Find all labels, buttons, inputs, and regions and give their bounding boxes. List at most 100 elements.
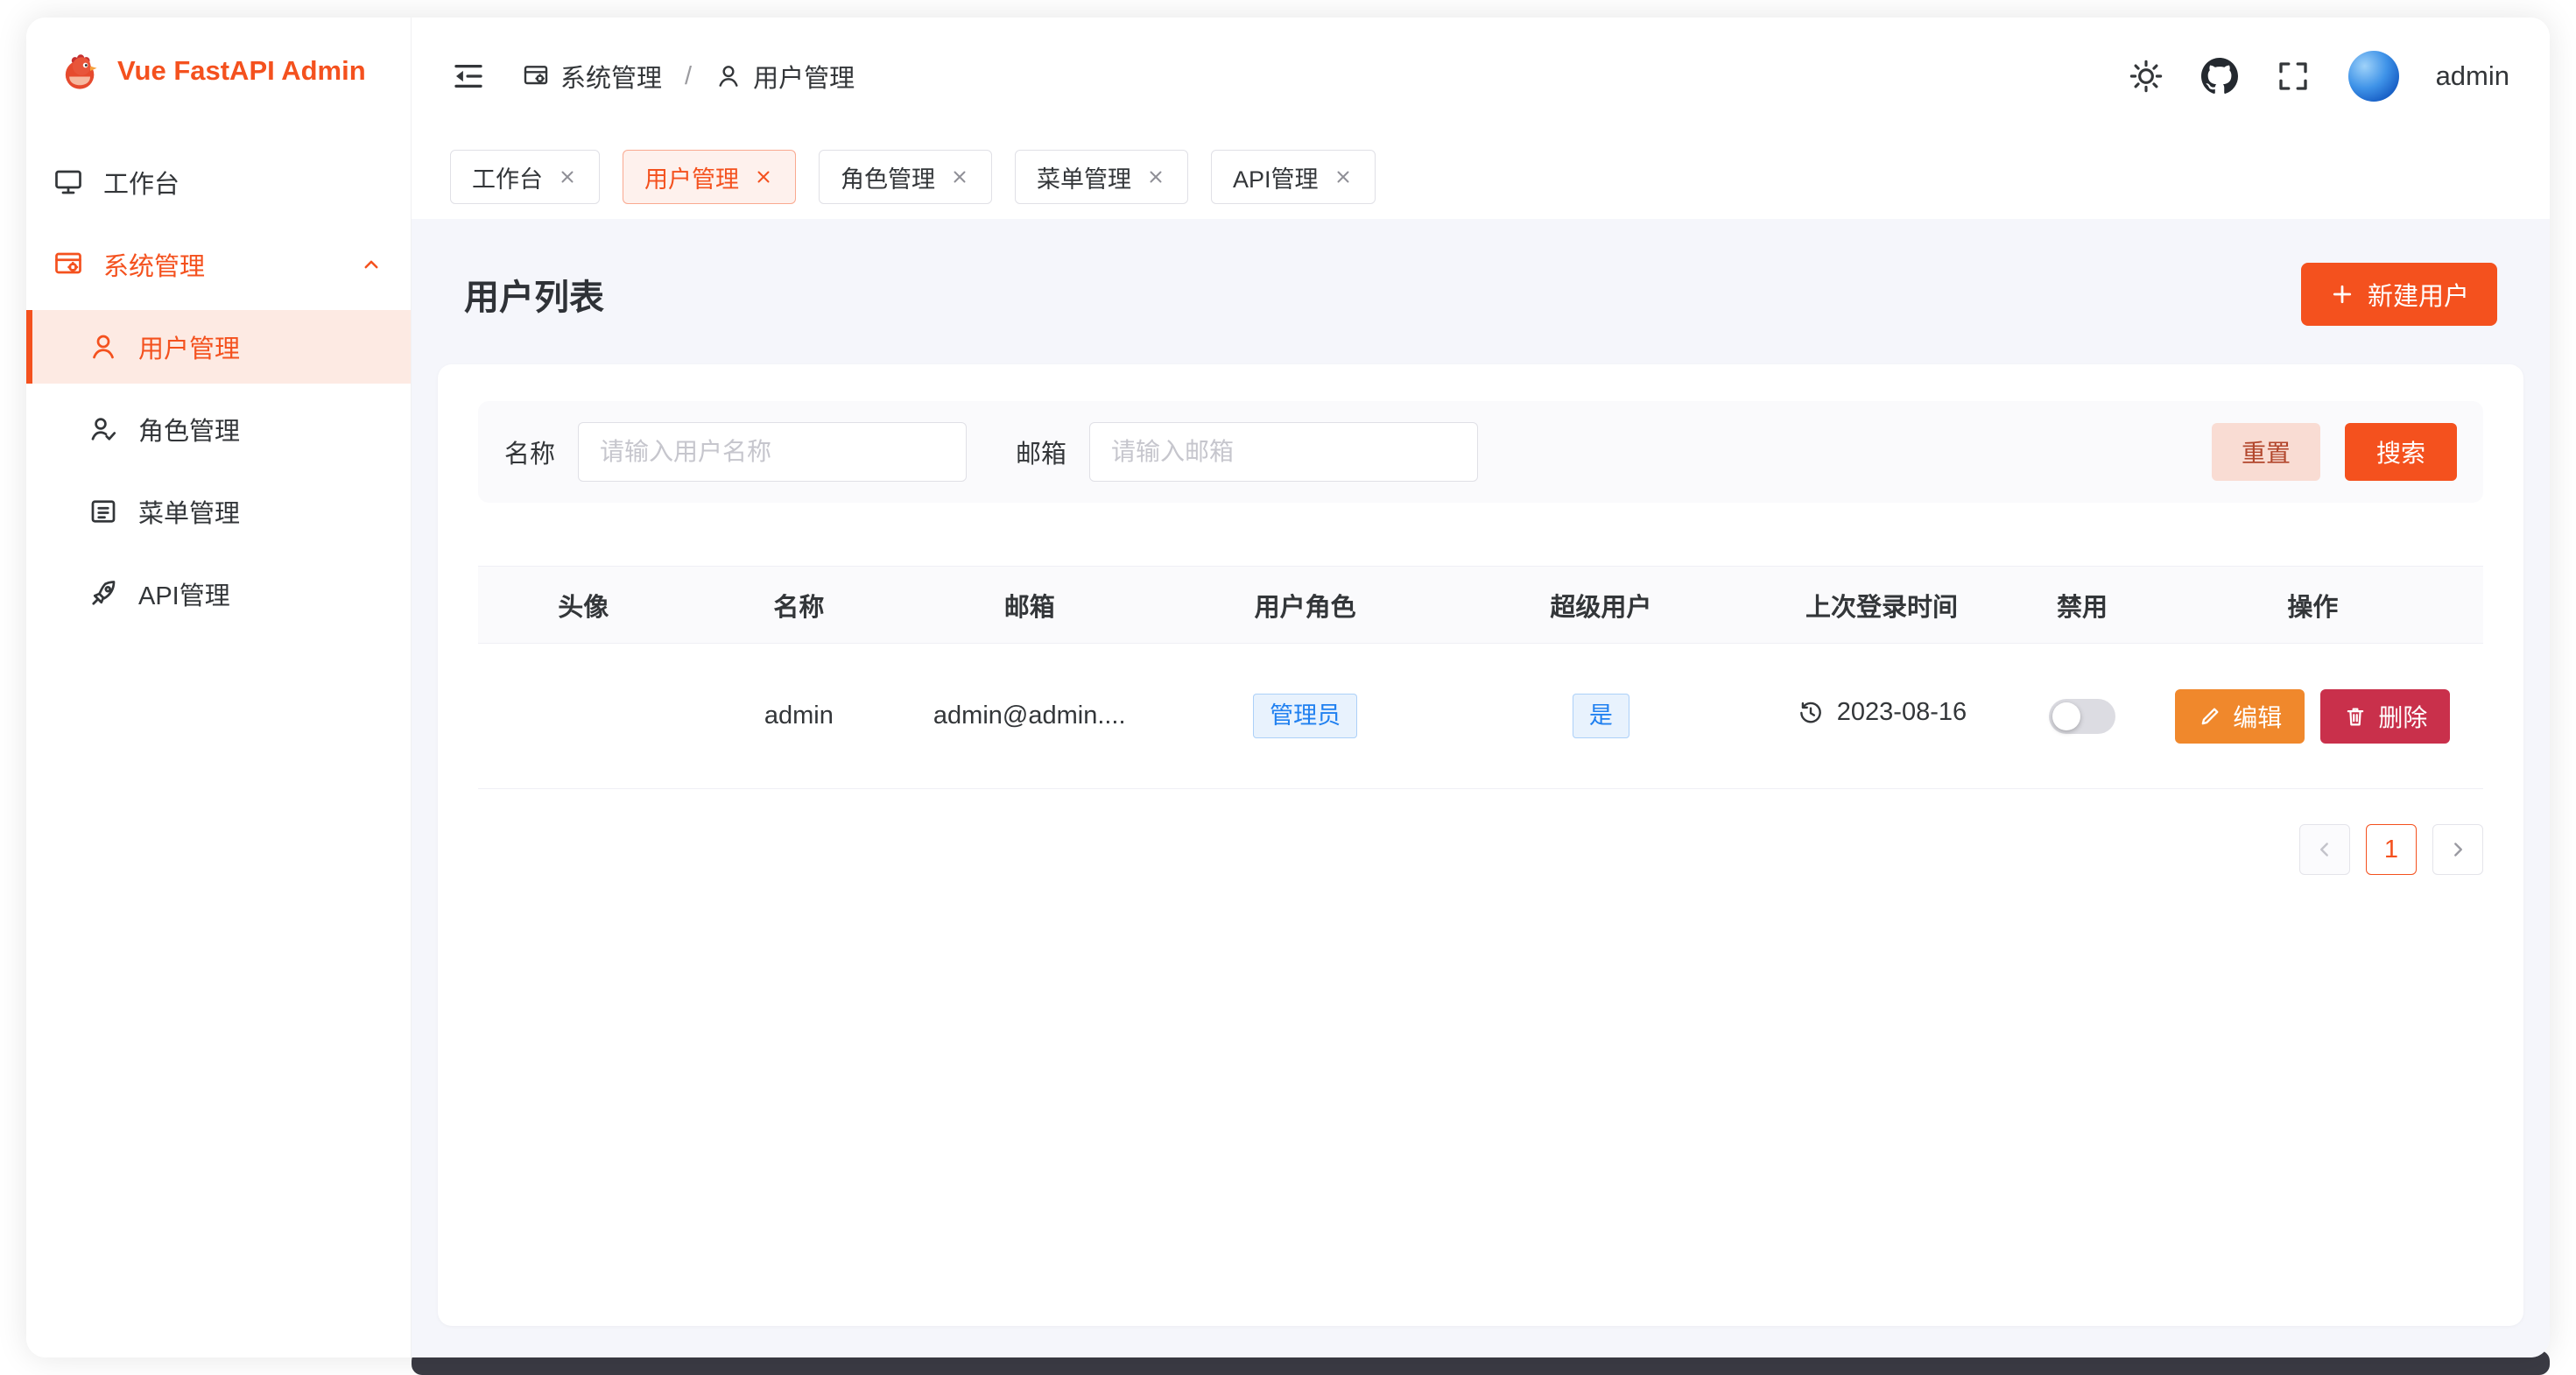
name-input[interactable] bbox=[578, 422, 967, 482]
close-icon[interactable] bbox=[753, 166, 774, 187]
new-user-button[interactable]: 新建用户 bbox=[2301, 263, 2497, 326]
pagination: 1 bbox=[478, 824, 2483, 875]
col-superuser: 超级用户 bbox=[1460, 567, 1742, 644]
sidebar-item-apis[interactable]: API管理 bbox=[26, 557, 411, 631]
tab-label: API管理 bbox=[1233, 160, 1319, 194]
page-header: 用户列表 新建用户 bbox=[464, 263, 2497, 326]
fullscreen-icon[interactable] bbox=[2275, 58, 2312, 95]
page-title: 用户列表 bbox=[464, 269, 604, 320]
user-avatar[interactable] bbox=[2348, 51, 2399, 102]
app-title: Vue FastAPI Admin bbox=[117, 55, 366, 87]
email-cell: admin@admin.... bbox=[909, 644, 1150, 789]
user-icon bbox=[88, 331, 119, 363]
breadcrumb: 系统管理 / 用户管理 bbox=[522, 58, 855, 95]
last-login-value: 2023-08-16 bbox=[1837, 698, 1967, 727]
tab-workbench[interactable]: 工作台 bbox=[450, 150, 600, 204]
email-input[interactable] bbox=[1089, 422, 1478, 482]
tab-menus[interactable]: 菜单管理 bbox=[1015, 150, 1188, 204]
breadcrumb-system[interactable]: 系统管理 bbox=[522, 58, 662, 95]
superuser-tag: 是 bbox=[1573, 694, 1629, 737]
sidebar-item-label: 角色管理 bbox=[138, 411, 240, 448]
role-tag: 管理员 bbox=[1253, 694, 1357, 737]
tab-roles[interactable]: 角色管理 bbox=[819, 150, 992, 204]
app-logo: Vue FastAPI Admin bbox=[26, 18, 411, 124]
toggle-knob bbox=[2052, 702, 2080, 730]
close-icon[interactable] bbox=[557, 166, 578, 187]
table-row: admin admin@admin.... 管理员 是 bbox=[478, 644, 2483, 789]
sidebar: Vue FastAPI Admin 工作台 系统管理 bbox=[26, 18, 412, 1357]
tab-apis[interactable]: API管理 bbox=[1211, 150, 1376, 204]
system-settings-icon bbox=[522, 62, 550, 90]
new-user-button-label: 新建用户 bbox=[2368, 276, 2469, 313]
theme-toggle-sun-icon[interactable] bbox=[2128, 58, 2164, 95]
delete-button[interactable]: 删除 bbox=[2320, 689, 2450, 744]
table-header-row: 头像 名称 邮箱 用户角色 超级用户 上次登录时间 禁用 操作 bbox=[478, 567, 2483, 644]
reset-button[interactable]: 重置 bbox=[2212, 423, 2320, 481]
sidebar-item-label: 工作台 bbox=[103, 164, 179, 201]
sidebar-item-system[interactable]: 系统管理 bbox=[26, 228, 411, 301]
role-icon bbox=[88, 413, 119, 445]
breadcrumb-users[interactable]: 用户管理 bbox=[714, 58, 855, 95]
name-query-group: 名称 bbox=[504, 422, 967, 482]
sidebar-collapse-icon[interactable] bbox=[450, 58, 487, 95]
delete-button-label: 删除 bbox=[2378, 699, 2427, 734]
col-disabled: 禁用 bbox=[2022, 567, 2142, 644]
sidebar-item-label: 用户管理 bbox=[138, 328, 240, 365]
sidebar-item-label: 系统管理 bbox=[103, 246, 205, 283]
col-role: 用户角色 bbox=[1150, 567, 1460, 644]
tab-users[interactable]: 用户管理 bbox=[623, 150, 796, 204]
pencil-icon bbox=[2198, 704, 2222, 729]
user-icon bbox=[714, 62, 743, 90]
last-login-cell: 2023-08-16 bbox=[1742, 644, 2023, 789]
breadcrumb-separator: / bbox=[685, 62, 692, 91]
edit-button-label: 编辑 bbox=[2233, 699, 2282, 734]
sidebar-item-roles[interactable]: 角色管理 bbox=[26, 392, 411, 466]
search-button[interactable]: 搜索 bbox=[2345, 423, 2457, 481]
close-icon[interactable] bbox=[1145, 166, 1166, 187]
email-label: 邮箱 bbox=[1016, 434, 1066, 470]
users-table: 头像 名称 邮箱 用户角色 超级用户 上次登录时间 禁用 操作 bbox=[478, 566, 2483, 789]
main-area: 系统管理 / 用户管理 bbox=[412, 18, 2550, 1357]
avatar-cell bbox=[478, 644, 688, 789]
rooster-logo-icon bbox=[56, 48, 102, 94]
col-avatar: 头像 bbox=[478, 567, 688, 644]
pagination-prev-icon[interactable] bbox=[2299, 824, 2350, 875]
name-cell: admin bbox=[688, 644, 909, 789]
col-actions: 操作 bbox=[2143, 567, 2483, 644]
tab-label: 工作台 bbox=[472, 160, 543, 194]
menu-list-icon bbox=[88, 496, 119, 527]
api-rocket-icon bbox=[88, 578, 119, 610]
name-label: 名称 bbox=[504, 434, 555, 470]
breadcrumb-label: 用户管理 bbox=[753, 58, 855, 95]
sidebar-item-users[interactable]: 用户管理 bbox=[26, 310, 411, 384]
edit-button[interactable]: 编辑 bbox=[2175, 689, 2305, 744]
tab-label: 角色管理 bbox=[841, 160, 935, 194]
pagination-page-1[interactable]: 1 bbox=[2366, 824, 2417, 875]
app-window: Vue FastAPI Admin 工作台 系统管理 bbox=[26, 18, 2550, 1357]
github-icon[interactable] bbox=[2201, 58, 2238, 95]
username-label[interactable]: admin bbox=[2436, 60, 2509, 92]
header-actions: admin bbox=[2128, 51, 2509, 102]
email-query-group: 邮箱 bbox=[1016, 422, 1478, 482]
sidebar-item-label: 菜单管理 bbox=[138, 493, 240, 530]
page-content: 用户列表 新建用户 名称 邮箱 bbox=[412, 219, 2550, 1357]
sidebar-item-menus[interactable]: 菜单管理 bbox=[26, 475, 411, 548]
sidebar-item-label: API管理 bbox=[138, 575, 230, 612]
superuser-cell: 是 bbox=[1460, 644, 1742, 789]
close-icon[interactable] bbox=[949, 166, 970, 187]
close-icon[interactable] bbox=[1333, 166, 1354, 187]
tab-label: 菜单管理 bbox=[1037, 160, 1131, 194]
system-settings-icon bbox=[53, 249, 84, 280]
plus-icon bbox=[2329, 281, 2355, 307]
sidebar-item-workbench[interactable]: 工作台 bbox=[26, 145, 411, 219]
actions-cell: 编辑 删除 bbox=[2143, 644, 2483, 789]
sidebar-menu: 工作台 系统管理 用户管理 角 bbox=[26, 124, 411, 639]
user-list-card: 名称 邮箱 重置 搜索 bbox=[438, 364, 2523, 1326]
pagination-next-icon[interactable] bbox=[2432, 824, 2483, 875]
col-last-login: 上次登录时间 bbox=[1742, 567, 2023, 644]
col-email: 邮箱 bbox=[909, 567, 1150, 644]
tab-label: 用户管理 bbox=[644, 160, 739, 194]
chevron-up-icon bbox=[358, 251, 384, 278]
open-tabs-bar: 工作台 用户管理 角色管理 菜单管理 API管理 bbox=[412, 135, 2550, 219]
disabled-toggle[interactable] bbox=[2049, 699, 2115, 734]
